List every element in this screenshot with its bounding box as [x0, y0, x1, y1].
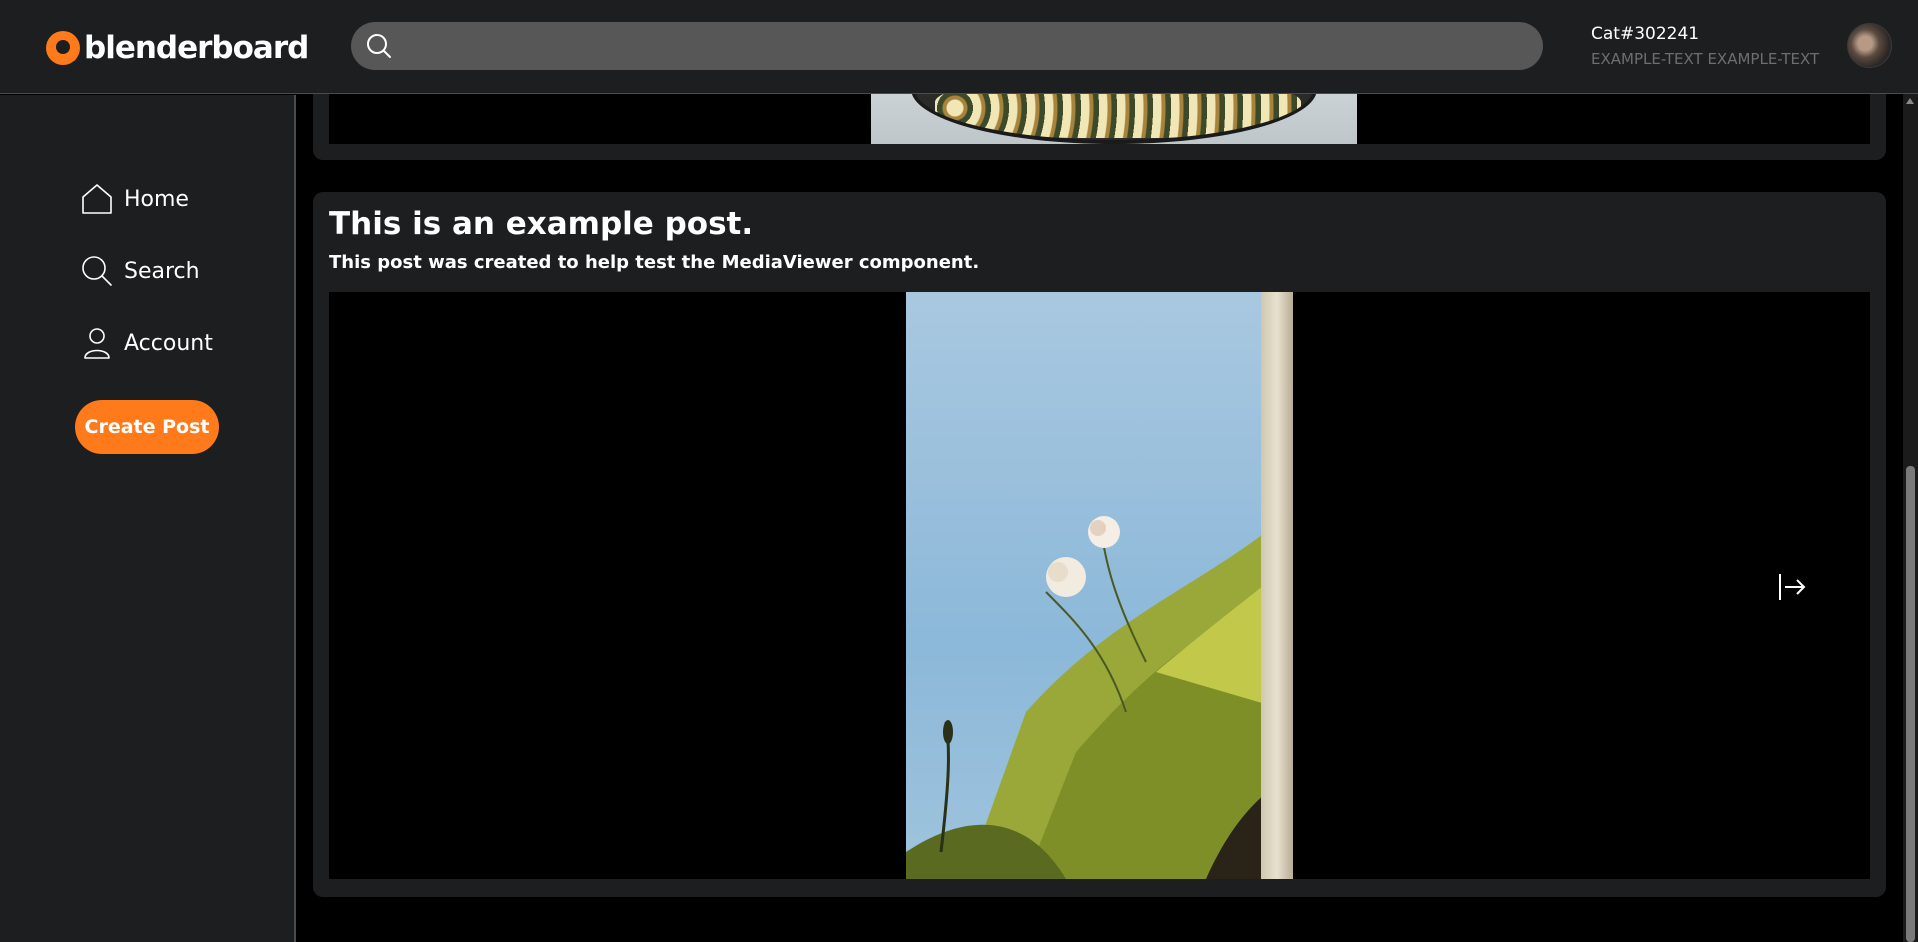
sidebar-item-label: Home — [124, 186, 189, 212]
sidebar-item-label: Account — [124, 330, 213, 356]
sidebar: Home Search Account Create Post — [0, 95, 296, 942]
create-post-button[interactable]: Create Post — [75, 400, 219, 454]
avatar[interactable] — [1847, 23, 1892, 68]
logo-mark-icon — [46, 31, 80, 65]
scroll-up-icon[interactable] — [1906, 98, 1914, 104]
user-subtitle: EXAMPLE-TEXT EXAMPLE-TEXT — [1591, 50, 1820, 68]
post-image — [906, 292, 1293, 879]
previous-post-card — [313, 94, 1886, 160]
search-icon — [367, 34, 391, 58]
logo[interactable]: blenderboard — [46, 28, 309, 68]
user-icon — [84, 328, 110, 359]
sidebar-item-label: Search — [124, 258, 200, 284]
sidebar-item-home[interactable]: Home — [80, 179, 189, 219]
home-icon — [82, 184, 112, 214]
media-viewer — [329, 292, 1870, 879]
top-bar: blenderboard Cat#302241 EXAMPLE-TEXT EXA… — [0, 0, 1918, 94]
scroll-thumb[interactable] — [1906, 466, 1915, 942]
search-icon — [82, 256, 112, 286]
flower-photo — [906, 516, 1293, 879]
post-description: This post was created to help test the M… — [329, 252, 980, 273]
user-info[interactable]: Cat#302241 EXAMPLE-TEXT EXAMPLE-TEXT — [1591, 24, 1821, 68]
post-card: This is an example post. This post was c… — [313, 192, 1886, 897]
user-name: Cat#302241 — [1591, 24, 1700, 44]
post-title: This is an example post. — [329, 206, 754, 242]
search-bar[interactable] — [351, 22, 1543, 70]
app-name: blenderboard — [84, 30, 309, 66]
sidebar-item-search[interactable]: Search — [80, 251, 200, 291]
post-image — [871, 94, 1357, 144]
media-viewer — [329, 94, 1870, 144]
scrollbar[interactable] — [1903, 94, 1918, 942]
arrow-right-bar-icon[interactable] — [1774, 570, 1808, 604]
sidebar-item-account[interactable]: Account — [80, 323, 213, 363]
wall-edge — [1261, 292, 1293, 879]
